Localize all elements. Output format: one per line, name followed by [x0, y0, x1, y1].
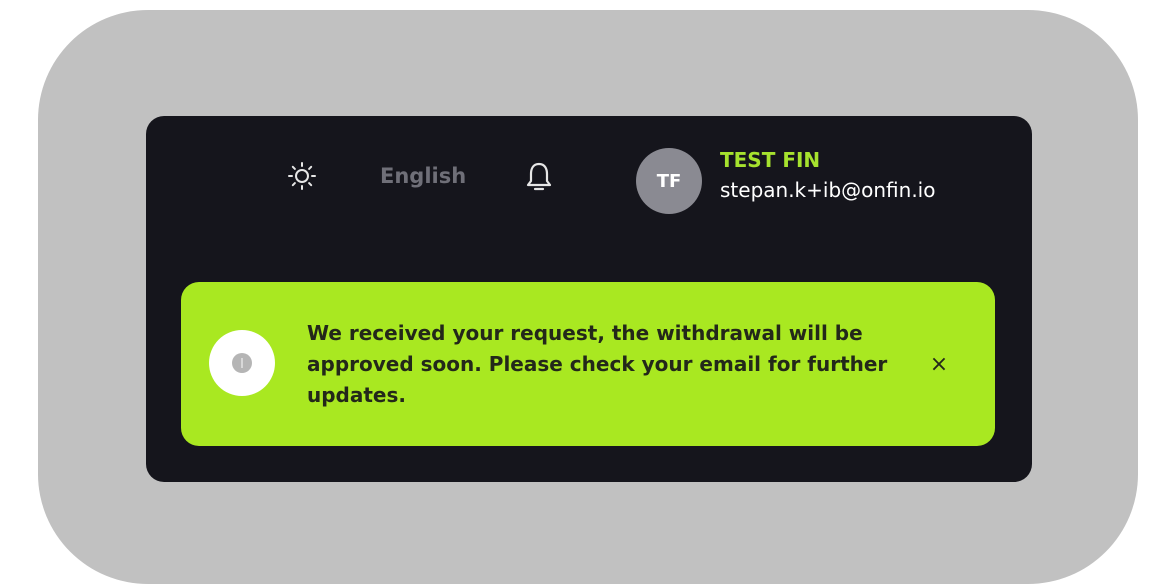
toast-icon-container — [209, 330, 275, 396]
bell-icon[interactable] — [524, 160, 554, 194]
language-selector[interactable]: English — [380, 164, 466, 188]
top-bar: English TF TEST FIN stepan.k+ib@onfin.io — [146, 116, 1032, 266]
avatar[interactable]: TF — [636, 148, 702, 214]
success-toast: We received your request, the withdrawal… — [181, 282, 995, 446]
sun-icon[interactable] — [286, 160, 318, 192]
info-icon — [232, 353, 252, 373]
close-icon[interactable]: × — [923, 348, 955, 380]
user-name: TEST FIN — [720, 148, 821, 172]
toast-message: We received your request, the withdrawal… — [307, 321, 888, 407]
app-panel: English TF TEST FIN stepan.k+ib@onfin.io… — [146, 116, 1032, 482]
user-email: stepan.k+ib@onfin.io — [720, 178, 936, 202]
